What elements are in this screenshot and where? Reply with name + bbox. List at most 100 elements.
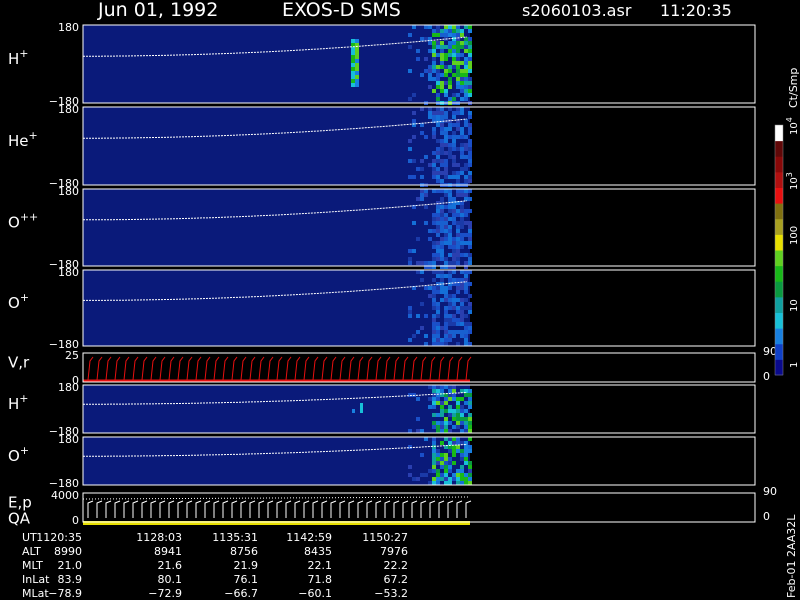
heatmap-cell — [452, 449, 456, 453]
heatmap-cell — [440, 429, 444, 433]
panel-empty-area — [470, 189, 755, 266]
heatmap-cell — [420, 73, 424, 77]
time-axis-value: −60.1 — [298, 587, 332, 600]
heatmap-cell — [468, 397, 472, 401]
heatmap-cell — [468, 171, 472, 175]
species-label: He+ — [8, 129, 38, 150]
heatmap-cell — [432, 111, 436, 115]
heatmap-cell — [448, 409, 452, 413]
heatmap-cell — [436, 270, 440, 274]
heatmap-cell — [456, 481, 460, 485]
heatmap-cell — [420, 326, 424, 330]
heatmap-cell — [452, 97, 456, 101]
heatmap-cell — [432, 481, 436, 485]
heatmap-cell — [432, 342, 436, 346]
heatmap-cell — [432, 326, 436, 330]
heatmap-cell — [468, 89, 472, 93]
heatmap-cell — [456, 437, 460, 441]
heatmap-cell — [464, 298, 468, 302]
heatmap-cell — [468, 179, 472, 183]
heatmap-cell — [420, 175, 424, 179]
heatmap-cell — [420, 197, 424, 201]
heatmap-cell — [468, 425, 472, 429]
colorbar-swatch — [775, 359, 783, 376]
heatmap-cell — [432, 401, 436, 405]
heatmap-cell — [432, 135, 436, 139]
colorbar-swatch — [775, 234, 783, 251]
heatmap-cell — [444, 294, 448, 298]
heatmap-cell — [444, 298, 448, 302]
heatmap-cell — [440, 213, 444, 217]
heatmap-cell — [452, 65, 456, 69]
heatmap-cell — [440, 453, 444, 457]
heatmap-cell — [436, 310, 440, 314]
heatmap-cell — [448, 441, 452, 445]
heatmap-cell — [444, 159, 448, 163]
heatmap-cell — [444, 425, 448, 429]
heatmap-cell — [436, 425, 440, 429]
heatmap-cell — [432, 167, 436, 171]
heatmap-cell — [420, 473, 424, 477]
time-axis-value: 8941 — [154, 545, 182, 558]
time-axis-value: 67.2 — [384, 573, 409, 586]
heatmap-cell — [436, 385, 440, 389]
heatmap-cell — [468, 65, 472, 69]
y-top-label: 180 — [58, 266, 79, 279]
heatmap-cell — [456, 73, 460, 77]
time-axis-row-label: MLat — [22, 587, 49, 600]
heatmap-cell — [440, 413, 444, 417]
heatmap-cell — [412, 159, 416, 163]
heatmap-cell — [456, 298, 460, 302]
heatmap-cell — [444, 457, 448, 461]
heatmap-cell — [460, 334, 464, 338]
heatmap-cell — [452, 314, 456, 318]
heatmap-cell — [452, 209, 456, 213]
heatmap-cell — [460, 302, 464, 306]
heatmap-cell — [408, 45, 412, 49]
heatmap-cell — [448, 49, 452, 53]
heatmap-cell — [432, 465, 436, 469]
heatmap-cell — [444, 481, 448, 485]
heatmap-cell — [428, 77, 432, 81]
time-axis-value: 1142:59 — [286, 531, 332, 544]
heatmap-cell — [440, 237, 444, 241]
heatmap-cell — [448, 53, 452, 57]
heatmap-cell — [456, 221, 460, 225]
heatmap-cell — [456, 111, 460, 115]
heatmap-cell — [428, 107, 432, 111]
heatmap-cell — [452, 322, 456, 326]
heatmap-cell — [432, 334, 436, 338]
y-top-label: 25 — [65, 349, 79, 362]
heatmap-cell — [460, 233, 464, 237]
heatmap-cell — [464, 261, 468, 265]
heatmap-cell — [460, 73, 464, 77]
heatmap-cell — [464, 425, 468, 429]
heatmap-cell — [444, 477, 448, 481]
heatmap-cell — [464, 449, 468, 453]
heatmap-cell — [420, 159, 424, 163]
heatmap-cell — [432, 302, 436, 306]
heatmap-cell — [464, 155, 468, 159]
heatmap-cell — [440, 205, 444, 209]
heatmap-cell — [464, 49, 468, 53]
heatmap-cell — [436, 342, 440, 346]
heatmap-cell — [456, 29, 460, 33]
heatmap-cell — [468, 306, 472, 310]
time-axis-value: −53.2 — [374, 587, 408, 600]
heatmap-cell — [436, 69, 440, 73]
heatmap-cell — [440, 290, 444, 294]
heatmap-cell — [440, 159, 444, 163]
heatmap-cell — [436, 449, 440, 453]
colorbar-swatch — [775, 203, 783, 220]
heatmap-cell — [464, 286, 468, 290]
heatmap-cell — [452, 461, 456, 465]
heatmap-cell — [452, 413, 456, 417]
heatmap-cell — [424, 189, 428, 193]
heatmap-cell — [432, 397, 436, 401]
heatmap-cell — [444, 261, 448, 265]
heatmap-cell — [444, 306, 448, 310]
heatmap-cell — [468, 115, 472, 119]
heatmap-cell — [464, 233, 468, 237]
heatmap-cell — [440, 270, 444, 274]
heatmap-cell — [424, 342, 428, 346]
